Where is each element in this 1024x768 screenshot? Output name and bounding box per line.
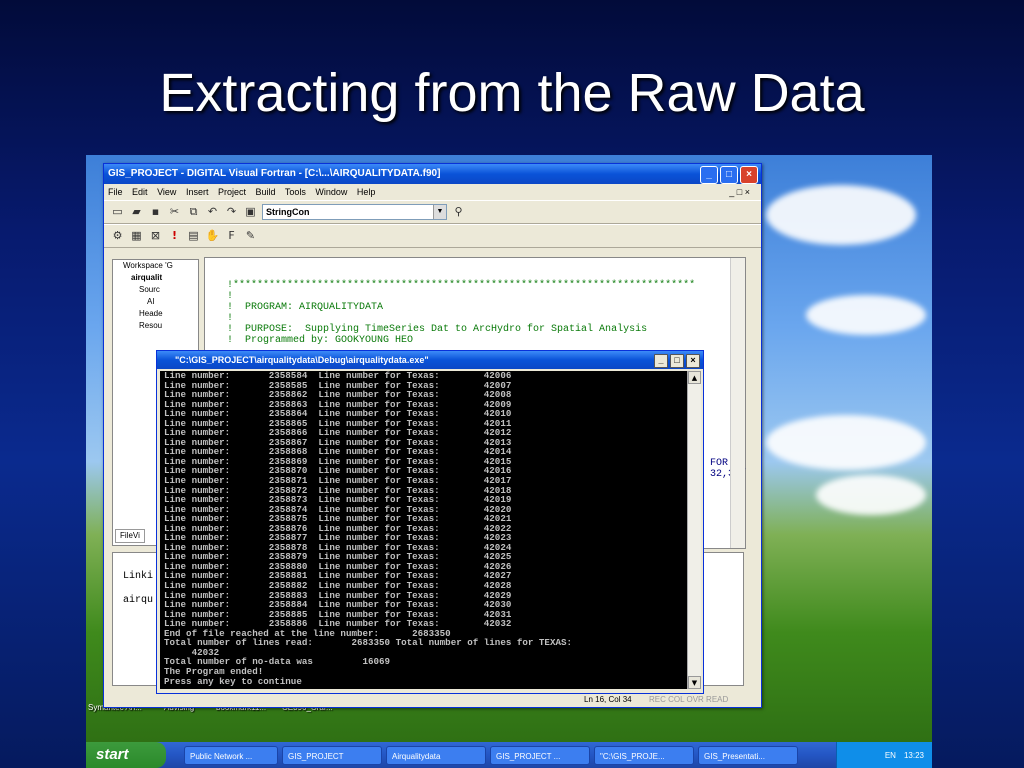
menu-edit[interactable]: Edit <box>132 187 148 197</box>
console-scrollbar[interactable]: ▲ ▼ <box>687 371 701 689</box>
console-title: "C:\GIS_PROJECT\airqualitydata\Debug\air… <box>175 355 429 365</box>
ide-title: GIS_PROJECT - DIGITAL Visual Fortran - [… <box>108 168 441 179</box>
close-button[interactable]: × <box>740 166 758 184</box>
open-icon[interactable]: ▰ <box>129 205 144 219</box>
code-line: ! <box>227 291 234 302</box>
execute-icon[interactable]: ! <box>167 229 182 243</box>
menu-view[interactable]: View <box>157 187 176 197</box>
menu-help[interactable]: Help <box>357 187 376 197</box>
taskbar-button[interactable]: GIS_Presentati... <box>698 745 798 765</box>
wizard-icon[interactable]: ✎ <box>243 229 258 243</box>
console-maximize-button[interactable]: □ <box>670 354 684 368</box>
console-window[interactable]: "C:\GIS_PROJECT\airqualitydata\Debug\air… <box>156 350 704 694</box>
source-file[interactable]: AI <box>113 296 198 308</box>
taskbar-button[interactable]: Public Network ... <box>184 745 278 765</box>
find-icon[interactable]: ⚲ <box>451 205 466 219</box>
console-output[interactable]: Line number: 2358584 Line number for Tex… <box>160 371 687 689</box>
taskbar-button[interactable]: Airqualitydata <box>386 745 486 765</box>
ide-titlebar[interactable]: GIS_PROJECT - DIGITAL Visual Fortran - [… <box>104 164 761 184</box>
fortran-icon[interactable]: F <box>224 229 239 243</box>
save-icon[interactable]: ▪ <box>148 205 163 219</box>
breakpoint-icon[interactable]: ▤ <box>186 229 201 243</box>
hand-icon[interactable]: ✋ <box>205 229 220 243</box>
stop-icon[interactable]: ⊠ <box>148 229 163 243</box>
console-close-button[interactable]: × <box>686 354 700 368</box>
language-indicator[interactable]: EN <box>885 751 896 760</box>
mode-flags: REC COL OVR READ <box>649 695 729 704</box>
taskbar-button[interactable]: GIS_PROJECT ... <box>490 745 590 765</box>
project-item[interactable]: airqualit <box>113 272 198 284</box>
code-line: ! PURPOSE: Supplying TimeSeries Dat to A… <box>227 324 648 335</box>
resource-folder[interactable]: Resou <box>113 320 198 332</box>
console-minimize-button[interactable]: _ <box>654 354 668 368</box>
menu-tools[interactable]: Tools <box>285 187 306 197</box>
console-line: Total number of lines read: 2683350 Tota… <box>164 637 572 649</box>
menu-build[interactable]: Build <box>256 187 276 197</box>
console-line: Press any key to continue <box>164 675 302 687</box>
find-combo[interactable]: StringCon ▼ <box>262 204 447 220</box>
taskbar-button[interactable]: "C:\GIS_PROJE... <box>594 745 694 765</box>
workspace-root[interactable]: Workspace 'G <box>113 260 198 272</box>
mdi-controls[interactable]: _ □ × <box>729 184 750 200</box>
window-icon[interactable]: ▣ <box>243 205 258 219</box>
redo-icon[interactable]: ↷ <box>224 205 239 219</box>
system-tray: EN 13:23 <box>836 742 932 768</box>
code-line: ! Programmed by: GOOKYOUNG HEO <box>227 335 414 346</box>
taskbar-button[interactable]: GIS_PROJECT <box>282 745 382 765</box>
code-line: ! PROGRAM: AIRQUALITYDATA <box>227 302 384 313</box>
toolbar-standard: ▭ ▰ ▪ ✂ ⧉ ↶ ↷ ▣ StringCon ▼ ⚲ <box>104 200 761 224</box>
code-line: !***************************************… <box>227 280 696 291</box>
build-icon[interactable]: ▦ <box>129 229 144 243</box>
code-line: ! <box>227 313 234 324</box>
copy-icon[interactable]: ⧉ <box>186 205 201 219</box>
menu-project[interactable]: Project <box>218 187 246 197</box>
undo-icon[interactable]: ↶ <box>205 205 220 219</box>
editor-scrollbar[interactable] <box>730 258 745 548</box>
console-titlebar[interactable]: "C:\GIS_PROJECT\airqualitydata\Debug\air… <box>157 351 703 369</box>
menu-file[interactable]: File <box>108 187 123 197</box>
menu-window[interactable]: Window <box>315 187 347 197</box>
header-folder[interactable]: Heade <box>113 308 198 320</box>
clock: 13:23 <box>903 750 924 760</box>
status-bar: Ln 16, Col 34 REC COL OVR READ <box>104 693 761 707</box>
taskbar: start Public Network ... GIS_PROJECT Air… <box>86 742 932 768</box>
new-icon[interactable]: ▭ <box>110 205 125 219</box>
start-button[interactable]: start <box>86 742 166 768</box>
scroll-down-button[interactable]: ▼ <box>688 676 701 689</box>
fileview-tab[interactable]: FileVi <box>115 529 145 543</box>
toolbar-build: ⚙ ▦ ⊠ ! ▤ ✋ F ✎ <box>104 224 761 248</box>
compile-icon[interactable]: ⚙ <box>110 229 125 243</box>
output-line: Linki <box>123 571 154 582</box>
minimize-button[interactable]: _ <box>700 166 718 184</box>
scroll-up-button[interactable]: ▲ <box>688 371 701 384</box>
cursor-position: Ln 16, Col 34 <box>584 695 632 704</box>
cut-icon[interactable]: ✂ <box>167 205 182 219</box>
slide-title: Extracting from the Raw Data <box>159 63 865 123</box>
menu-bar: File Edit View Insert Project Build Tool… <box>104 184 761 200</box>
menu-insert[interactable]: Insert <box>186 187 209 197</box>
maximize-button[interactable]: □ <box>720 166 738 184</box>
source-folder[interactable]: Sourc <box>113 284 198 296</box>
output-line: airqu <box>123 595 154 606</box>
